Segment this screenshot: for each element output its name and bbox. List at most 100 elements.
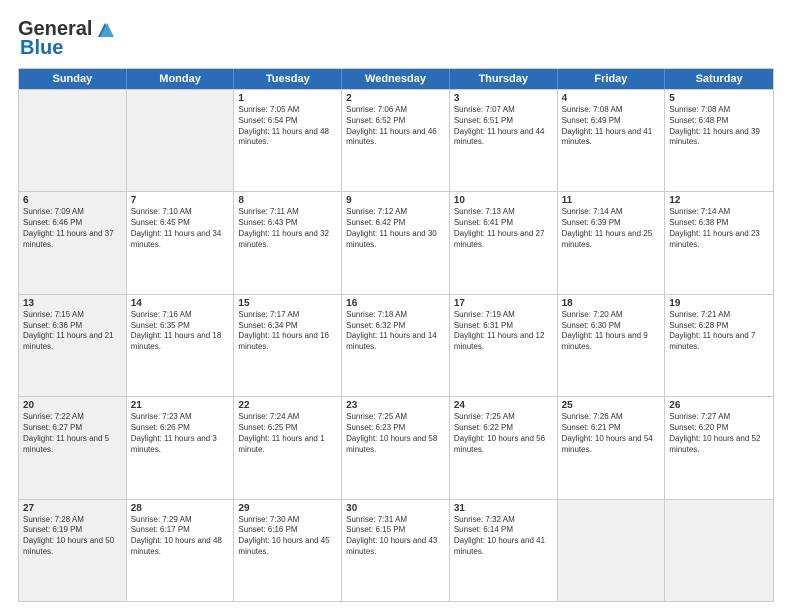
- day-number: 3: [454, 93, 553, 104]
- calendar-cell-3: 3Sunrise: 7:07 AM Sunset: 6:51 PM Daylig…: [450, 90, 558, 191]
- day-info: Sunrise: 7:29 AM Sunset: 6:17 PM Dayligh…: [131, 515, 230, 558]
- calendar-cell-25: 25Sunrise: 7:26 AM Sunset: 6:21 PM Dayli…: [558, 397, 666, 498]
- calendar-row-4: 27Sunrise: 7:28 AM Sunset: 6:19 PM Dayli…: [19, 499, 773, 601]
- day-number: 28: [131, 503, 230, 514]
- day-info: Sunrise: 7:15 AM Sunset: 6:36 PM Dayligh…: [23, 310, 122, 353]
- logo-icon: [94, 19, 116, 41]
- day-info: Sunrise: 7:30 AM Sunset: 6:16 PM Dayligh…: [238, 515, 337, 558]
- day-info: Sunrise: 7:31 AM Sunset: 6:15 PM Dayligh…: [346, 515, 445, 558]
- day-number: 22: [238, 400, 337, 411]
- calendar-cell-30: 30Sunrise: 7:31 AM Sunset: 6:15 PM Dayli…: [342, 500, 450, 601]
- calendar-cell-5: 5Sunrise: 7:08 AM Sunset: 6:48 PM Daylig…: [665, 90, 773, 191]
- day-info: Sunrise: 7:18 AM Sunset: 6:32 PM Dayligh…: [346, 310, 445, 353]
- logo-blue: Blue: [20, 37, 63, 60]
- day-info: Sunrise: 7:24 AM Sunset: 6:25 PM Dayligh…: [238, 412, 337, 455]
- calendar-cell-empty-0-0: [19, 90, 127, 191]
- header-day-wednesday: Wednesday: [342, 69, 450, 89]
- calendar-body: 1Sunrise: 7:05 AM Sunset: 6:54 PM Daylig…: [19, 89, 773, 601]
- day-number: 18: [562, 298, 661, 309]
- day-info: Sunrise: 7:27 AM Sunset: 6:20 PM Dayligh…: [669, 412, 769, 455]
- calendar-row-1: 6Sunrise: 7:09 AM Sunset: 6:46 PM Daylig…: [19, 191, 773, 293]
- calendar-cell-21: 21Sunrise: 7:23 AM Sunset: 6:26 PM Dayli…: [127, 397, 235, 498]
- day-info: Sunrise: 7:06 AM Sunset: 6:52 PM Dayligh…: [346, 105, 445, 148]
- day-info: Sunrise: 7:13 AM Sunset: 6:41 PM Dayligh…: [454, 207, 553, 250]
- day-info: Sunrise: 7:07 AM Sunset: 6:51 PM Dayligh…: [454, 105, 553, 148]
- calendar-cell-8: 8Sunrise: 7:11 AM Sunset: 6:43 PM Daylig…: [234, 192, 342, 293]
- calendar-cell-16: 16Sunrise: 7:18 AM Sunset: 6:32 PM Dayli…: [342, 295, 450, 396]
- day-info: Sunrise: 7:11 AM Sunset: 6:43 PM Dayligh…: [238, 207, 337, 250]
- day-info: Sunrise: 7:26 AM Sunset: 6:21 PM Dayligh…: [562, 412, 661, 455]
- calendar-cell-23: 23Sunrise: 7:25 AM Sunset: 6:23 PM Dayli…: [342, 397, 450, 498]
- day-number: 19: [669, 298, 769, 309]
- day-info: Sunrise: 7:17 AM Sunset: 6:34 PM Dayligh…: [238, 310, 337, 353]
- day-number: 26: [669, 400, 769, 411]
- day-info: Sunrise: 7:12 AM Sunset: 6:42 PM Dayligh…: [346, 207, 445, 250]
- calendar-cell-24: 24Sunrise: 7:25 AM Sunset: 6:22 PM Dayli…: [450, 397, 558, 498]
- day-number: 23: [346, 400, 445, 411]
- calendar-cell-14: 14Sunrise: 7:16 AM Sunset: 6:35 PM Dayli…: [127, 295, 235, 396]
- calendar-cell-empty-4-6: [665, 500, 773, 601]
- calendar-cell-empty-0-1: [127, 90, 235, 191]
- day-number: 13: [23, 298, 122, 309]
- calendar-cell-17: 17Sunrise: 7:19 AM Sunset: 6:31 PM Dayli…: [450, 295, 558, 396]
- day-info: Sunrise: 7:16 AM Sunset: 6:35 PM Dayligh…: [131, 310, 230, 353]
- day-number: 20: [23, 400, 122, 411]
- day-number: 24: [454, 400, 553, 411]
- day-number: 9: [346, 195, 445, 206]
- calendar-cell-18: 18Sunrise: 7:20 AM Sunset: 6:30 PM Dayli…: [558, 295, 666, 396]
- calendar-cell-28: 28Sunrise: 7:29 AM Sunset: 6:17 PM Dayli…: [127, 500, 235, 601]
- day-number: 16: [346, 298, 445, 309]
- header-day-sunday: Sunday: [19, 69, 127, 89]
- day-number: 10: [454, 195, 553, 206]
- day-number: 29: [238, 503, 337, 514]
- day-number: 25: [562, 400, 661, 411]
- calendar-row-2: 13Sunrise: 7:15 AM Sunset: 6:36 PM Dayli…: [19, 294, 773, 396]
- logo: General Blue: [18, 18, 116, 60]
- calendar-cell-2: 2Sunrise: 7:06 AM Sunset: 6:52 PM Daylig…: [342, 90, 450, 191]
- day-number: 6: [23, 195, 122, 206]
- day-number: 11: [562, 195, 661, 206]
- calendar-cell-12: 12Sunrise: 7:14 AM Sunset: 6:38 PM Dayli…: [665, 192, 773, 293]
- calendar-cell-27: 27Sunrise: 7:28 AM Sunset: 6:19 PM Dayli…: [19, 500, 127, 601]
- day-number: 2: [346, 93, 445, 104]
- day-info: Sunrise: 7:09 AM Sunset: 6:46 PM Dayligh…: [23, 207, 122, 250]
- calendar-cell-11: 11Sunrise: 7:14 AM Sunset: 6:39 PM Dayli…: [558, 192, 666, 293]
- day-info: Sunrise: 7:28 AM Sunset: 6:19 PM Dayligh…: [23, 515, 122, 558]
- day-info: Sunrise: 7:19 AM Sunset: 6:31 PM Dayligh…: [454, 310, 553, 353]
- day-info: Sunrise: 7:25 AM Sunset: 6:23 PM Dayligh…: [346, 412, 445, 455]
- day-info: Sunrise: 7:21 AM Sunset: 6:28 PM Dayligh…: [669, 310, 769, 353]
- day-number: 7: [131, 195, 230, 206]
- header-day-monday: Monday: [127, 69, 235, 89]
- day-info: Sunrise: 7:10 AM Sunset: 6:45 PM Dayligh…: [131, 207, 230, 250]
- page-header: General Blue: [18, 18, 774, 60]
- calendar-cell-6: 6Sunrise: 7:09 AM Sunset: 6:46 PM Daylig…: [19, 192, 127, 293]
- calendar-cell-19: 19Sunrise: 7:21 AM Sunset: 6:28 PM Dayli…: [665, 295, 773, 396]
- calendar-cell-4: 4Sunrise: 7:08 AM Sunset: 6:49 PM Daylig…: [558, 90, 666, 191]
- day-number: 5: [669, 93, 769, 104]
- calendar-cell-10: 10Sunrise: 7:13 AM Sunset: 6:41 PM Dayli…: [450, 192, 558, 293]
- day-info: Sunrise: 7:32 AM Sunset: 6:14 PM Dayligh…: [454, 515, 553, 558]
- day-number: 30: [346, 503, 445, 514]
- day-info: Sunrise: 7:25 AM Sunset: 6:22 PM Dayligh…: [454, 412, 553, 455]
- header-day-tuesday: Tuesday: [234, 69, 342, 89]
- day-info: Sunrise: 7:05 AM Sunset: 6:54 PM Dayligh…: [238, 105, 337, 148]
- calendar-cell-26: 26Sunrise: 7:27 AM Sunset: 6:20 PM Dayli…: [665, 397, 773, 498]
- day-number: 8: [238, 195, 337, 206]
- day-number: 27: [23, 503, 122, 514]
- day-info: Sunrise: 7:23 AM Sunset: 6:26 PM Dayligh…: [131, 412, 230, 455]
- calendar-header: SundayMondayTuesdayWednesdayThursdayFrid…: [19, 69, 773, 89]
- calendar-cell-31: 31Sunrise: 7:32 AM Sunset: 6:14 PM Dayli…: [450, 500, 558, 601]
- day-info: Sunrise: 7:08 AM Sunset: 6:48 PM Dayligh…: [669, 105, 769, 148]
- day-number: 14: [131, 298, 230, 309]
- header-day-saturday: Saturday: [665, 69, 773, 89]
- day-number: 31: [454, 503, 553, 514]
- day-number: 15: [238, 298, 337, 309]
- calendar-cell-13: 13Sunrise: 7:15 AM Sunset: 6:36 PM Dayli…: [19, 295, 127, 396]
- day-number: 4: [562, 93, 661, 104]
- day-number: 12: [669, 195, 769, 206]
- calendar-row-3: 20Sunrise: 7:22 AM Sunset: 6:27 PM Dayli…: [19, 396, 773, 498]
- calendar-cell-7: 7Sunrise: 7:10 AM Sunset: 6:45 PM Daylig…: [127, 192, 235, 293]
- day-number: 21: [131, 400, 230, 411]
- calendar-cell-1: 1Sunrise: 7:05 AM Sunset: 6:54 PM Daylig…: [234, 90, 342, 191]
- calendar-row-0: 1Sunrise: 7:05 AM Sunset: 6:54 PM Daylig…: [19, 89, 773, 191]
